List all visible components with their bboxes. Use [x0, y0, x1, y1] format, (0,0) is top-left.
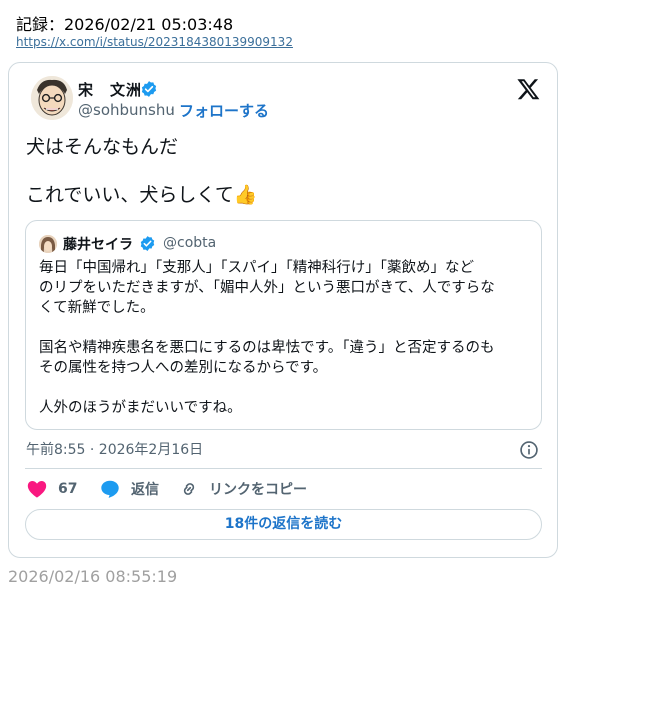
x-logo-icon[interactable]: [516, 77, 541, 101]
tweet-text-line: これでいい、犬らしくて: [26, 184, 234, 206]
quoted-author-handle[interactable]: @cobta: [163, 235, 216, 251]
divider: [25, 468, 542, 469]
reply-bubble-icon: [101, 480, 119, 498]
tweet-timestamp[interactable]: 午前8:55 · 2026年2月16日: [26, 439, 203, 459]
separator-dot: ·: [170, 101, 175, 119]
heart-icon: [27, 481, 47, 498]
verified-badge-icon: [141, 81, 157, 97]
info-icon[interactable]: [519, 440, 539, 460]
copy-link-label: リンクをコピー: [209, 482, 307, 498]
quoted-text-line: [39, 378, 534, 398]
author-handle[interactable]: @sohbunshu: [78, 101, 175, 119]
reply-button[interactable]: 返信: [99, 477, 159, 501]
verified-badge-icon: [140, 236, 155, 251]
quoted-text: 毎日「中国帰れ」「支那人」「スパイ」「精神科行け」「薬飲め」など のリプをいただ…: [39, 258, 534, 418]
quoted-text-line: その属性を持つ人への差別になるからです。: [39, 360, 328, 376]
quoted-tweet[interactable]: 藤井セイラ @cobta 毎日「中国帰れ」「支那人」「スパイ」「精神科行け」「薬…: [25, 220, 542, 430]
record-timestamp: 記録：2026/02/21 05:03:48: [16, 15, 234, 34]
tweet-text-line: 犬はそんなもんだ: [26, 136, 179, 158]
avatar[interactable]: [31, 76, 73, 120]
tweet-text: 犬はそんなもんだ これでいい、犬らしくて👍: [26, 135, 536, 207]
tweet-card: 宋 文洲 @sohbunshu · フォローする 犬はそんなもんだ これでいい、…: [8, 62, 558, 558]
saved-date: 2026/02/16 08:55:19: [8, 567, 178, 586]
quoted-text-line: 国名や精神疾患名を悪口にするのは卑怯です。「違う」と否定するのも: [39, 340, 495, 356]
copy-link-button[interactable]: リンクをコピー: [179, 477, 307, 501]
like-button[interactable]: 67: [26, 477, 77, 501]
like-count: 67: [58, 481, 78, 497]
thumbs-up-emoji: 👍: [233, 184, 258, 206]
author-name[interactable]: 宋 文洲: [78, 79, 142, 100]
read-replies-button[interactable]: 18件の返信を読む: [25, 509, 542, 540]
quoted-text-line: 毎日「中国帰れ」「支那人」「スパイ」「精神科行け」「薬飲め」など: [39, 260, 474, 276]
record-url-link[interactable]: https://x.com/i/status/20231843801399091…: [16, 35, 293, 49]
link-icon: [183, 483, 195, 495]
reply-label: 返信: [131, 482, 159, 498]
follow-button[interactable]: フォローする: [179, 100, 269, 121]
quoted-text-line: 人外のほうがまだいいですね。: [39, 400, 242, 416]
quoted-text-line: [39, 318, 534, 338]
quoted-avatar[interactable]: [39, 235, 57, 253]
quoted-text-line: くて新鮮でした。: [39, 300, 155, 316]
quoted-author-name[interactable]: 藤井セイラ: [63, 234, 133, 254]
quoted-text-line: のリプをいただきますが、「媚中人外」という悪口がきて、人ですらな: [39, 280, 495, 296]
